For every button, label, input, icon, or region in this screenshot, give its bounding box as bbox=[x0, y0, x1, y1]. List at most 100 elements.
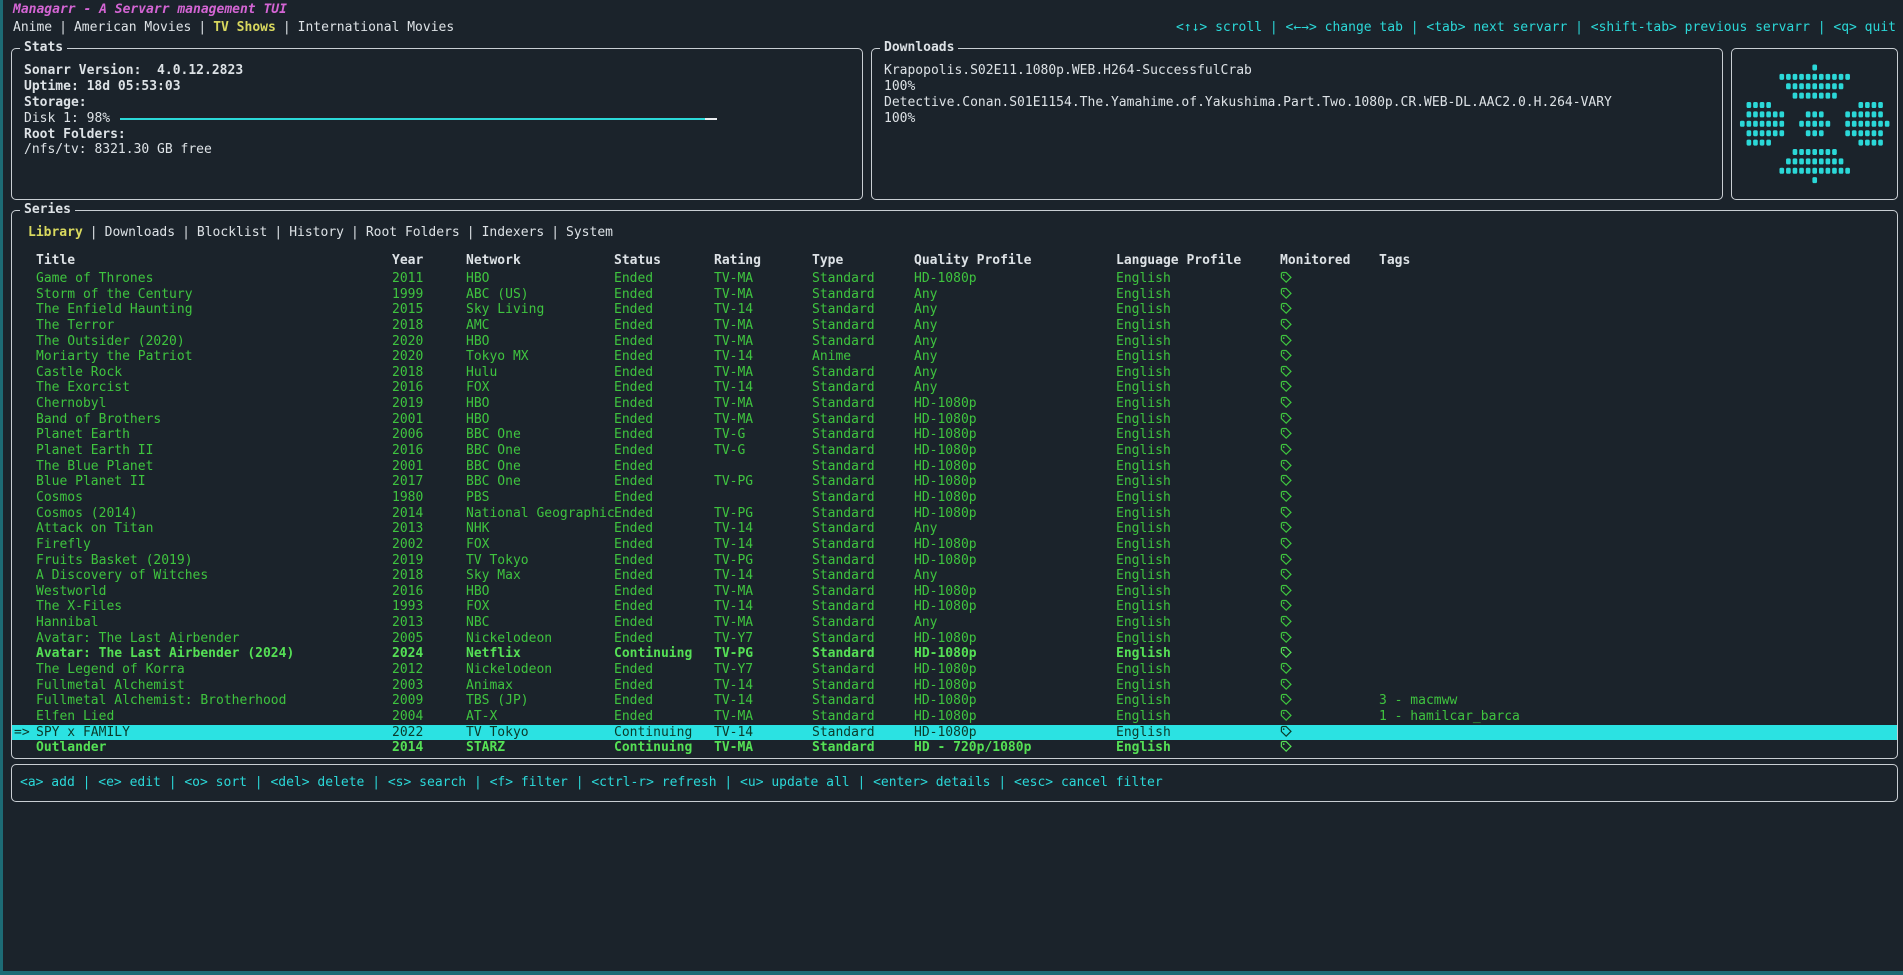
table-row[interactable]: Planet Earth2006BBC OneEndedTV-GStandard… bbox=[12, 427, 1897, 443]
servarr-tab-international-movies[interactable]: International Movies bbox=[298, 20, 455, 35]
download-item-name[interactable]: Krapopolis.S02E11.1080p.WEB.H264-Success… bbox=[884, 63, 1710, 79]
table-header: TitleYearNetworkStatusRatingTypeQuality … bbox=[12, 253, 1897, 269]
bookmark-icon bbox=[1280, 271, 1292, 284]
bookmark-icon bbox=[1280, 693, 1292, 706]
cell-tags bbox=[1379, 678, 1897, 694]
cell-quality-profile: HD-1080p bbox=[914, 537, 1116, 553]
root-folders-label: Root Folders: bbox=[24, 127, 850, 143]
series-tab-root-folders[interactable]: Root Folders bbox=[366, 225, 460, 240]
table-row[interactable]: Fullmetal Alchemist2003AnimaxEndedTV-14S… bbox=[12, 678, 1897, 694]
cell-year: 1980 bbox=[392, 490, 466, 506]
bookmark-icon bbox=[1280, 521, 1292, 534]
table-row[interactable]: Chernobyl2019HBOEndedTV-MAStandardHD-108… bbox=[12, 396, 1897, 412]
cell-title: Westworld bbox=[36, 584, 392, 600]
cell-monitored bbox=[1276, 396, 1379, 412]
table-row[interactable]: A Discovery of Witches2018Sky MaxEndedTV… bbox=[12, 568, 1897, 584]
cell-quality-profile: HD-1080p bbox=[914, 709, 1116, 725]
series-tab-indexers[interactable]: Indexers bbox=[482, 225, 545, 240]
table-row[interactable]: Moriarty the Patriot2020Tokyo MXEndedTV-… bbox=[12, 349, 1897, 365]
row-selection-marker bbox=[12, 537, 36, 553]
download-item-name[interactable]: Detective.Conan.S01E1154.The.Yamahime.of… bbox=[884, 95, 1710, 111]
cell-title: Avatar: The Last Airbender bbox=[36, 631, 392, 647]
bookmark-icon bbox=[1280, 427, 1292, 440]
cell-tags bbox=[1379, 396, 1897, 412]
table-row[interactable]: The X-Files1993FOXEndedTV-14StandardHD-1… bbox=[12, 599, 1897, 615]
row-selection-marker bbox=[12, 490, 36, 506]
cell-type: Standard bbox=[812, 287, 914, 303]
table-row[interactable]: Planet Earth II2016BBC OneEndedTV-GStand… bbox=[12, 443, 1897, 459]
cell-title: Attack on Titan bbox=[36, 521, 392, 537]
series-tab-blocklist[interactable]: Blocklist bbox=[197, 225, 267, 240]
table-row[interactable]: Hannibal2013NBCEndedTV-MAStandardAnyEngl… bbox=[12, 615, 1897, 631]
servarr-tab-tv-shows[interactable]: TV Shows bbox=[213, 20, 276, 35]
help-panel: <a> add | <e> edit | <o> sort | <del> de… bbox=[11, 764, 1898, 802]
cell-network: HBO bbox=[466, 396, 614, 412]
series-tab-system[interactable]: System bbox=[566, 225, 613, 240]
series-tab-history[interactable]: History bbox=[289, 225, 344, 240]
cell-quality-profile: HD-1080p bbox=[914, 412, 1116, 428]
cell-status: Ended bbox=[614, 537, 714, 553]
servarr-tab-anime[interactable]: Anime bbox=[13, 20, 52, 35]
cell-type: Standard bbox=[812, 553, 914, 569]
column-header-network[interactable]: Network bbox=[466, 253, 614, 269]
table-row[interactable]: Cosmos (2014)2014National GeographicEnde… bbox=[12, 506, 1897, 522]
table-row[interactable]: Blue Planet II2017BBC OneEndedTV-PGStand… bbox=[12, 474, 1897, 490]
table-row[interactable]: Fullmetal Alchemist: Brotherhood2009TBS … bbox=[12, 693, 1897, 709]
cell-network: BBC One bbox=[466, 474, 614, 490]
cell-quality-profile: Any bbox=[914, 287, 1116, 303]
table-row[interactable]: Game of Thrones2011HBOEndedTV-MAStandard… bbox=[12, 271, 1897, 287]
column-header-monitored[interactable]: Monitored bbox=[1276, 253, 1379, 269]
cell-quality-profile: HD-1080p bbox=[914, 678, 1116, 694]
cell-language-profile: English bbox=[1116, 599, 1276, 615]
column-header-language-profile[interactable]: Language Profile bbox=[1116, 253, 1276, 269]
column-header-rating[interactable]: Rating bbox=[714, 253, 812, 269]
cell-title: The Exorcist bbox=[36, 380, 392, 396]
table-row[interactable]: Attack on Titan2013NHKEndedTV-14Standard… bbox=[12, 521, 1897, 537]
table-row[interactable]: The Terror2018AMCEndedTV-MAStandardAnyEn… bbox=[12, 318, 1897, 334]
column-header-year[interactable]: Year bbox=[392, 253, 466, 269]
row-selection-marker bbox=[12, 412, 36, 428]
table-row[interactable]: Cosmos1980PBSEndedStandardHD-1080pEnglis… bbox=[12, 490, 1897, 506]
table-row[interactable]: Elfen Lied2004AT-XEndedTV-MAStandardHD-1… bbox=[12, 709, 1897, 725]
bookmark-icon bbox=[1280, 349, 1292, 362]
cell-rating: TV-PG bbox=[714, 646, 812, 662]
column-header-tags[interactable]: Tags bbox=[1379, 253, 1897, 269]
table-row[interactable]: Outlander2014STARZContinuingTV-MAStandar… bbox=[12, 740, 1897, 756]
column-header-quality-profile[interactable]: Quality Profile bbox=[914, 253, 1116, 269]
table-row[interactable]: Westworld2016HBOEndedTV-MAStandardHD-108… bbox=[12, 584, 1897, 600]
column-header-status[interactable]: Status bbox=[614, 253, 714, 269]
table-row[interactable]: Band of Brothers2001HBOEndedTV-MAStandar… bbox=[12, 412, 1897, 428]
table-row[interactable]: The Legend of Korra2012NickelodeonEndedT… bbox=[12, 662, 1897, 678]
cell-monitored bbox=[1276, 662, 1379, 678]
cell-status: Ended bbox=[614, 396, 714, 412]
table-row[interactable]: The Enfield Haunting2015Sky LivingEndedT… bbox=[12, 302, 1897, 318]
cell-rating: TV-MA bbox=[714, 412, 812, 428]
table-row[interactable]: Avatar: The Last Airbender (2024)2024Net… bbox=[12, 646, 1897, 662]
cell-type: Standard bbox=[812, 412, 914, 428]
cell-quality-profile: HD-1080p bbox=[914, 599, 1116, 615]
table-row[interactable]: The Outsider (2020)2020HBOEndedTV-MAStan… bbox=[12, 334, 1897, 350]
cell-quality-profile: Any bbox=[914, 318, 1116, 334]
column-header-title[interactable]: Title bbox=[36, 253, 392, 269]
series-tab-library[interactable]: Library bbox=[28, 225, 83, 240]
table-row[interactable]: The Exorcist2016FOXEndedTV-14StandardAny… bbox=[12, 380, 1897, 396]
cell-title: Fullmetal Alchemist bbox=[36, 678, 392, 694]
table-row[interactable]: Storm of the Century1999ABC (US)EndedTV-… bbox=[12, 287, 1897, 303]
table-row[interactable]: The Blue Planet2001BBC OneEndedStandardH… bbox=[12, 459, 1897, 475]
cell-year: 2020 bbox=[392, 334, 466, 350]
table-row[interactable]: Firefly2002FOXEndedTV-14StandardHD-1080p… bbox=[12, 537, 1897, 553]
cell-rating: TV-14 bbox=[714, 678, 812, 694]
cell-monitored bbox=[1276, 380, 1379, 396]
table-row[interactable]: =>SPY x FAMILY2022TV TokyoContinuingTV-1… bbox=[12, 725, 1897, 741]
cell-type: Standard bbox=[812, 646, 914, 662]
cell-quality-profile: Any bbox=[914, 568, 1116, 584]
bookmark-icon bbox=[1280, 334, 1292, 347]
cell-year: 2016 bbox=[392, 443, 466, 459]
table-row[interactable]: Avatar: The Last Airbender2005Nickelodeo… bbox=[12, 631, 1897, 647]
servarr-tab-american-movies[interactable]: American Movies bbox=[74, 20, 191, 35]
table-row[interactable]: Fruits Basket (2019)2019TV TokyoEndedTV-… bbox=[12, 553, 1897, 569]
cell-year: 2009 bbox=[392, 693, 466, 709]
table-row[interactable]: Castle Rock2018HuluEndedTV-MAStandardAny… bbox=[12, 365, 1897, 381]
column-header-type[interactable]: Type bbox=[812, 253, 914, 269]
series-tab-downloads[interactable]: Downloads bbox=[105, 225, 175, 240]
